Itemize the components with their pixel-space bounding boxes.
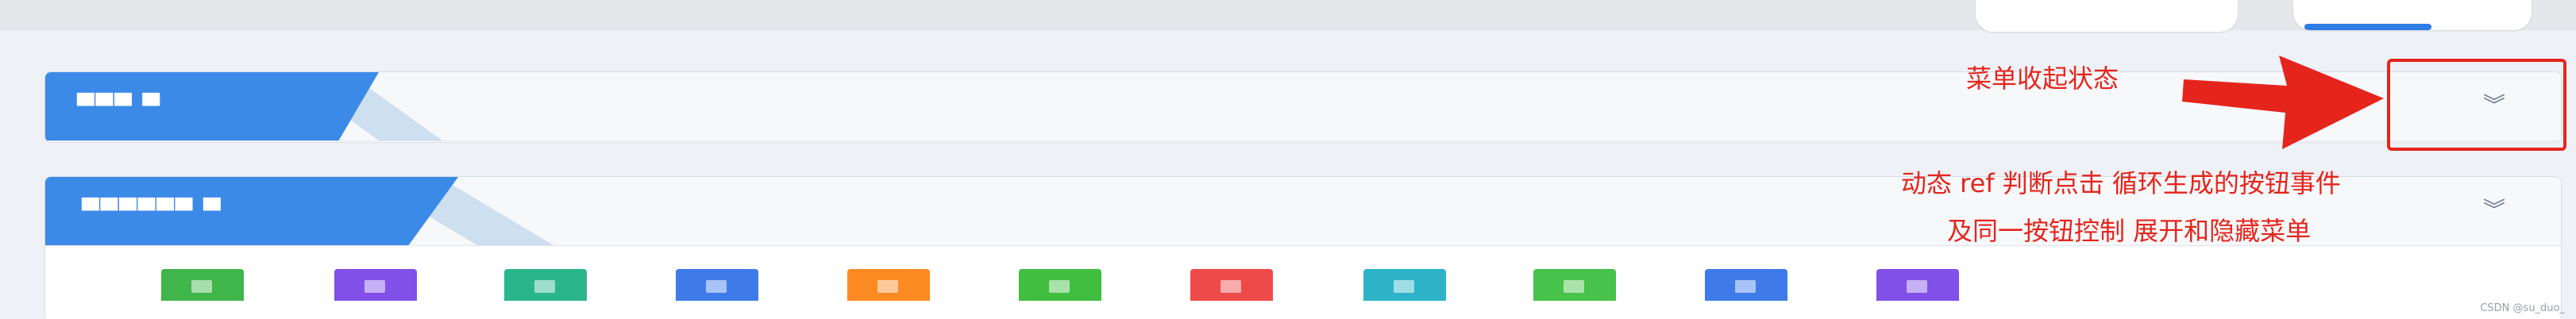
menu-icon-row [45, 247, 2561, 301]
menu-tile[interactable] [1705, 269, 1787, 301]
menu-tile[interactable] [1363, 269, 1446, 301]
chevron-down-icon[interactable]: ︾ [2482, 198, 2507, 223]
menu-tile[interactable] [1876, 269, 1959, 301]
menu-tile[interactable] [1533, 269, 1616, 301]
panel-title: ▀▀▀▀▀▀ ▀ [82, 198, 222, 224]
annotation-collapsed: 菜单收起状态 [1966, 63, 2119, 94]
watermark: CSDN @su_duo_ [2480, 302, 2565, 314]
menu-tile[interactable] [676, 269, 758, 301]
menu-tile[interactable] [847, 269, 930, 301]
annotation-line-2: 及同一按钮控制 展开和隐藏菜单 [1947, 216, 2312, 246]
annotation-arrow-icon [2182, 56, 2384, 149]
menu-tile[interactable] [161, 269, 244, 301]
menu-tile[interactable] [1190, 269, 1273, 301]
panel-title: ▀▀▀ ▀ [77, 93, 161, 119]
menu-tile[interactable] [504, 269, 587, 301]
annotation-highlight-box [2387, 59, 2566, 151]
annotation-line-1: 动态 ref 判断点击 循环生成的按钮事件 [1901, 168, 2341, 198]
menu-tile[interactable] [334, 269, 417, 301]
menu-tile[interactable] [1019, 269, 1101, 301]
